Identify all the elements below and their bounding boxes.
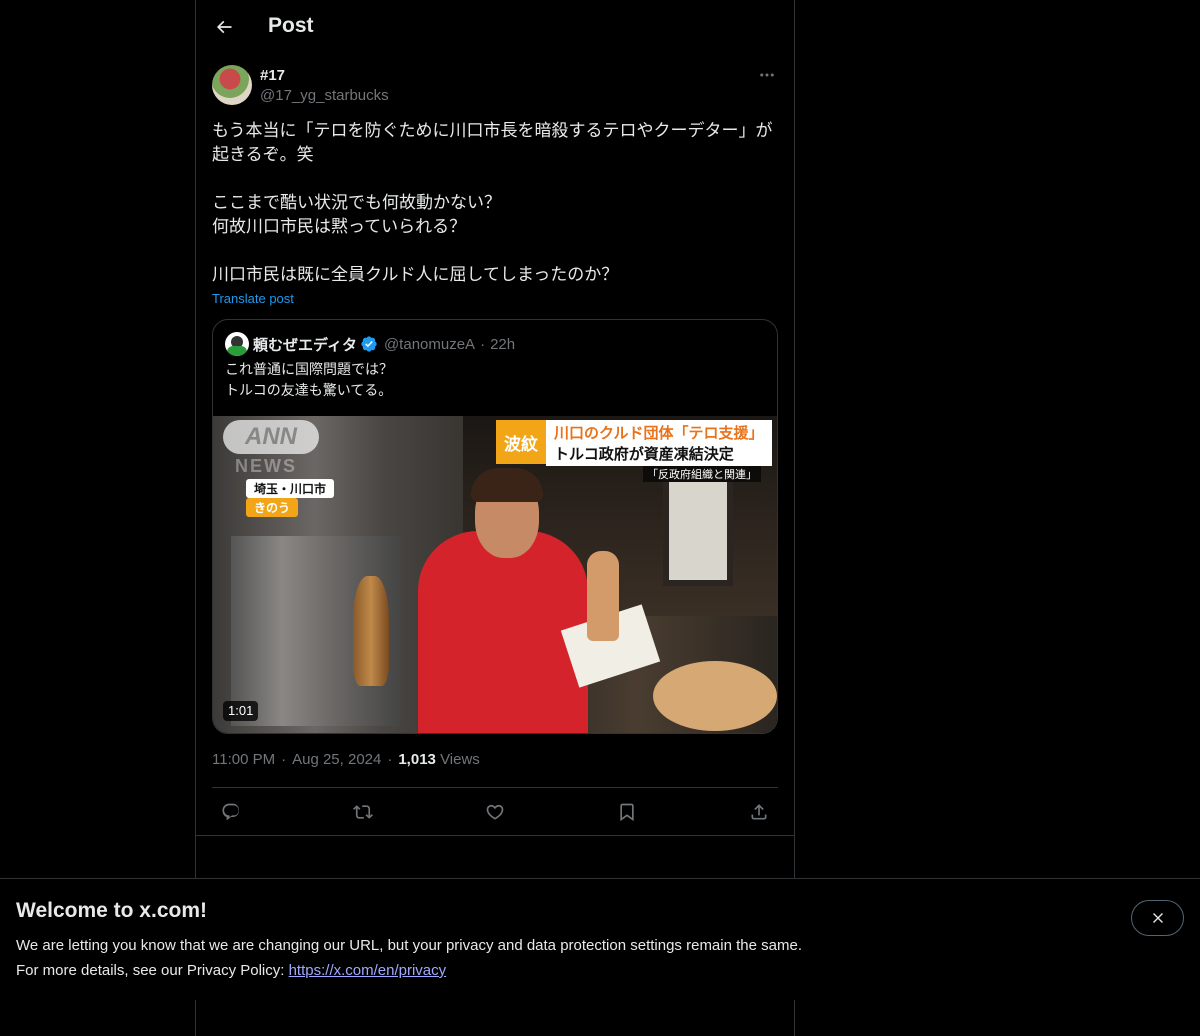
- quoted-text: これ普通に国際問題では？ トルコの友達も驚いてる。: [225, 360, 765, 402]
- back-button[interactable]: [208, 11, 240, 43]
- avatar[interactable]: [212, 65, 252, 105]
- when-caption: きのう: [246, 498, 299, 517]
- arrow-left-icon: [216, 20, 232, 34]
- scene-person-hair: [471, 468, 543, 502]
- verified-badge-icon: [360, 335, 378, 353]
- post-header: Post: [196, 0, 794, 54]
- headline-body: 川口のクルド団体「テロ支援」 トルコ政府が資産凍結決定: [546, 420, 772, 466]
- author-handle[interactable]: @17_yg_starbucks: [260, 87, 389, 104]
- divider: [196, 835, 794, 836]
- post-meta: 11:00 PM · Aug 25, 2024 · 1,013 Views: [212, 751, 480, 768]
- headline-line-1: 川口のクルド団体「テロ支援」: [554, 424, 764, 442]
- action-bar: [212, 787, 778, 835]
- post-paragraph: [212, 239, 778, 263]
- reply-icon: [222, 803, 240, 820]
- bookmark-button[interactable]: [612, 797, 642, 827]
- share-button[interactable]: [744, 797, 774, 827]
- bookmark-icon: [620, 803, 634, 821]
- views-count: 1,013: [398, 751, 436, 768]
- headline-banner: 波紋 川口のクルド団体「テロ支援」 トルコ政府が資産凍結決定: [496, 420, 772, 466]
- reply-button[interactable]: [216, 797, 246, 827]
- post-paragraph: [212, 167, 778, 191]
- post-author: #17 @17_yg_starbucks: [212, 64, 778, 108]
- video-duration: 1:01: [223, 701, 259, 721]
- page-title: Post: [268, 14, 314, 37]
- banner-privacy-prefix: For more details, see our Privacy Policy…: [16, 962, 289, 979]
- post-paragraph: 川口市民は既に全員クルド人に屈してしまったのか？: [212, 265, 619, 285]
- close-icon: [1152, 913, 1163, 923]
- headline-tag: 波紋: [496, 420, 546, 464]
- banner-message: We are letting you know that we are chan…: [16, 937, 802, 954]
- like-button[interactable]: [480, 797, 510, 827]
- welcome-banner: Welcome to x.com! We are letting you kno…: [0, 878, 1200, 1000]
- share-icon: [751, 803, 767, 819]
- quoted-author-handle[interactable]: @tanomuzeA: [384, 336, 475, 353]
- headline-caption: 「反政府組織と関連」: [643, 466, 761, 482]
- post-paragraph: ここまで酷い状況でも何故動かない？ 何故川口市民は黙っていられる？: [212, 193, 501, 237]
- separator-dot: ·: [480, 335, 486, 353]
- privacy-policy-link[interactable]: https://x.com/en/privacy: [289, 962, 447, 979]
- post-time[interactable]: 11:00 PM: [212, 751, 275, 768]
- quoted-line: トルコの友達も驚いてる。: [225, 383, 393, 399]
- quoted-line: これ普通に国際問題では？: [225, 362, 393, 378]
- scene-flatbread: [653, 661, 777, 731]
- repost-button[interactable]: [348, 797, 378, 827]
- author-name[interactable]: #17: [260, 67, 285, 84]
- like-icon: [486, 804, 504, 820]
- scene-sauce-bottle: [587, 551, 619, 641]
- news-logo: ANN: [223, 420, 319, 454]
- quoted-time[interactable]: 22h: [490, 336, 515, 353]
- headline-line-2: トルコ政府が資産凍結決定: [554, 445, 734, 463]
- quoted-author-name[interactable]: 頼むぜエディタ: [253, 334, 357, 355]
- more-horizontal-icon: [760, 73, 774, 77]
- news-logo-sub: NEWS: [235, 456, 297, 476]
- post-paragraph: もう本当に「テロを防ぐために川口市長を暗殺するテロやクーデター」が起きるぞ。笑: [212, 121, 773, 165]
- views-label: Views: [440, 751, 480, 768]
- quoted-post-header: 頼むぜエディタ @tanomuzeA · 22h: [225, 332, 515, 356]
- more-button[interactable]: [756, 64, 778, 86]
- scene-kebab: [353, 576, 389, 686]
- post-date[interactable]: Aug 25, 2024: [292, 751, 381, 768]
- translate-post-link[interactable]: Translate post: [212, 291, 294, 306]
- separator-dot: ·: [387, 751, 393, 768]
- location-caption: 埼玉・川口市: [246, 479, 335, 498]
- separator-dot: ·: [281, 751, 287, 768]
- close-banner-button[interactable]: [1131, 900, 1184, 936]
- scene-window: [663, 476, 733, 586]
- banner-title: Welcome to x.com!: [16, 899, 207, 922]
- quoted-avatar[interactable]: [225, 332, 249, 356]
- repost-icon: [353, 804, 373, 819]
- post-text: もう本当に「テロを防ぐために川口市長を暗殺するテロやクーデター」が起きるぞ。笑 …: [212, 119, 778, 287]
- quoted-post[interactable]: 頼むぜエディタ @tanomuzeA · 22h これ普通に国際問題では？ トル…: [212, 319, 778, 734]
- video-thumbnail[interactable]: ANN NEWS 埼玉・川口市 きのう 波紋 川口のクルド団体「テロ支援」 トル…: [213, 416, 777, 733]
- banner-privacy-line: For more details, see our Privacy Policy…: [16, 962, 446, 979]
